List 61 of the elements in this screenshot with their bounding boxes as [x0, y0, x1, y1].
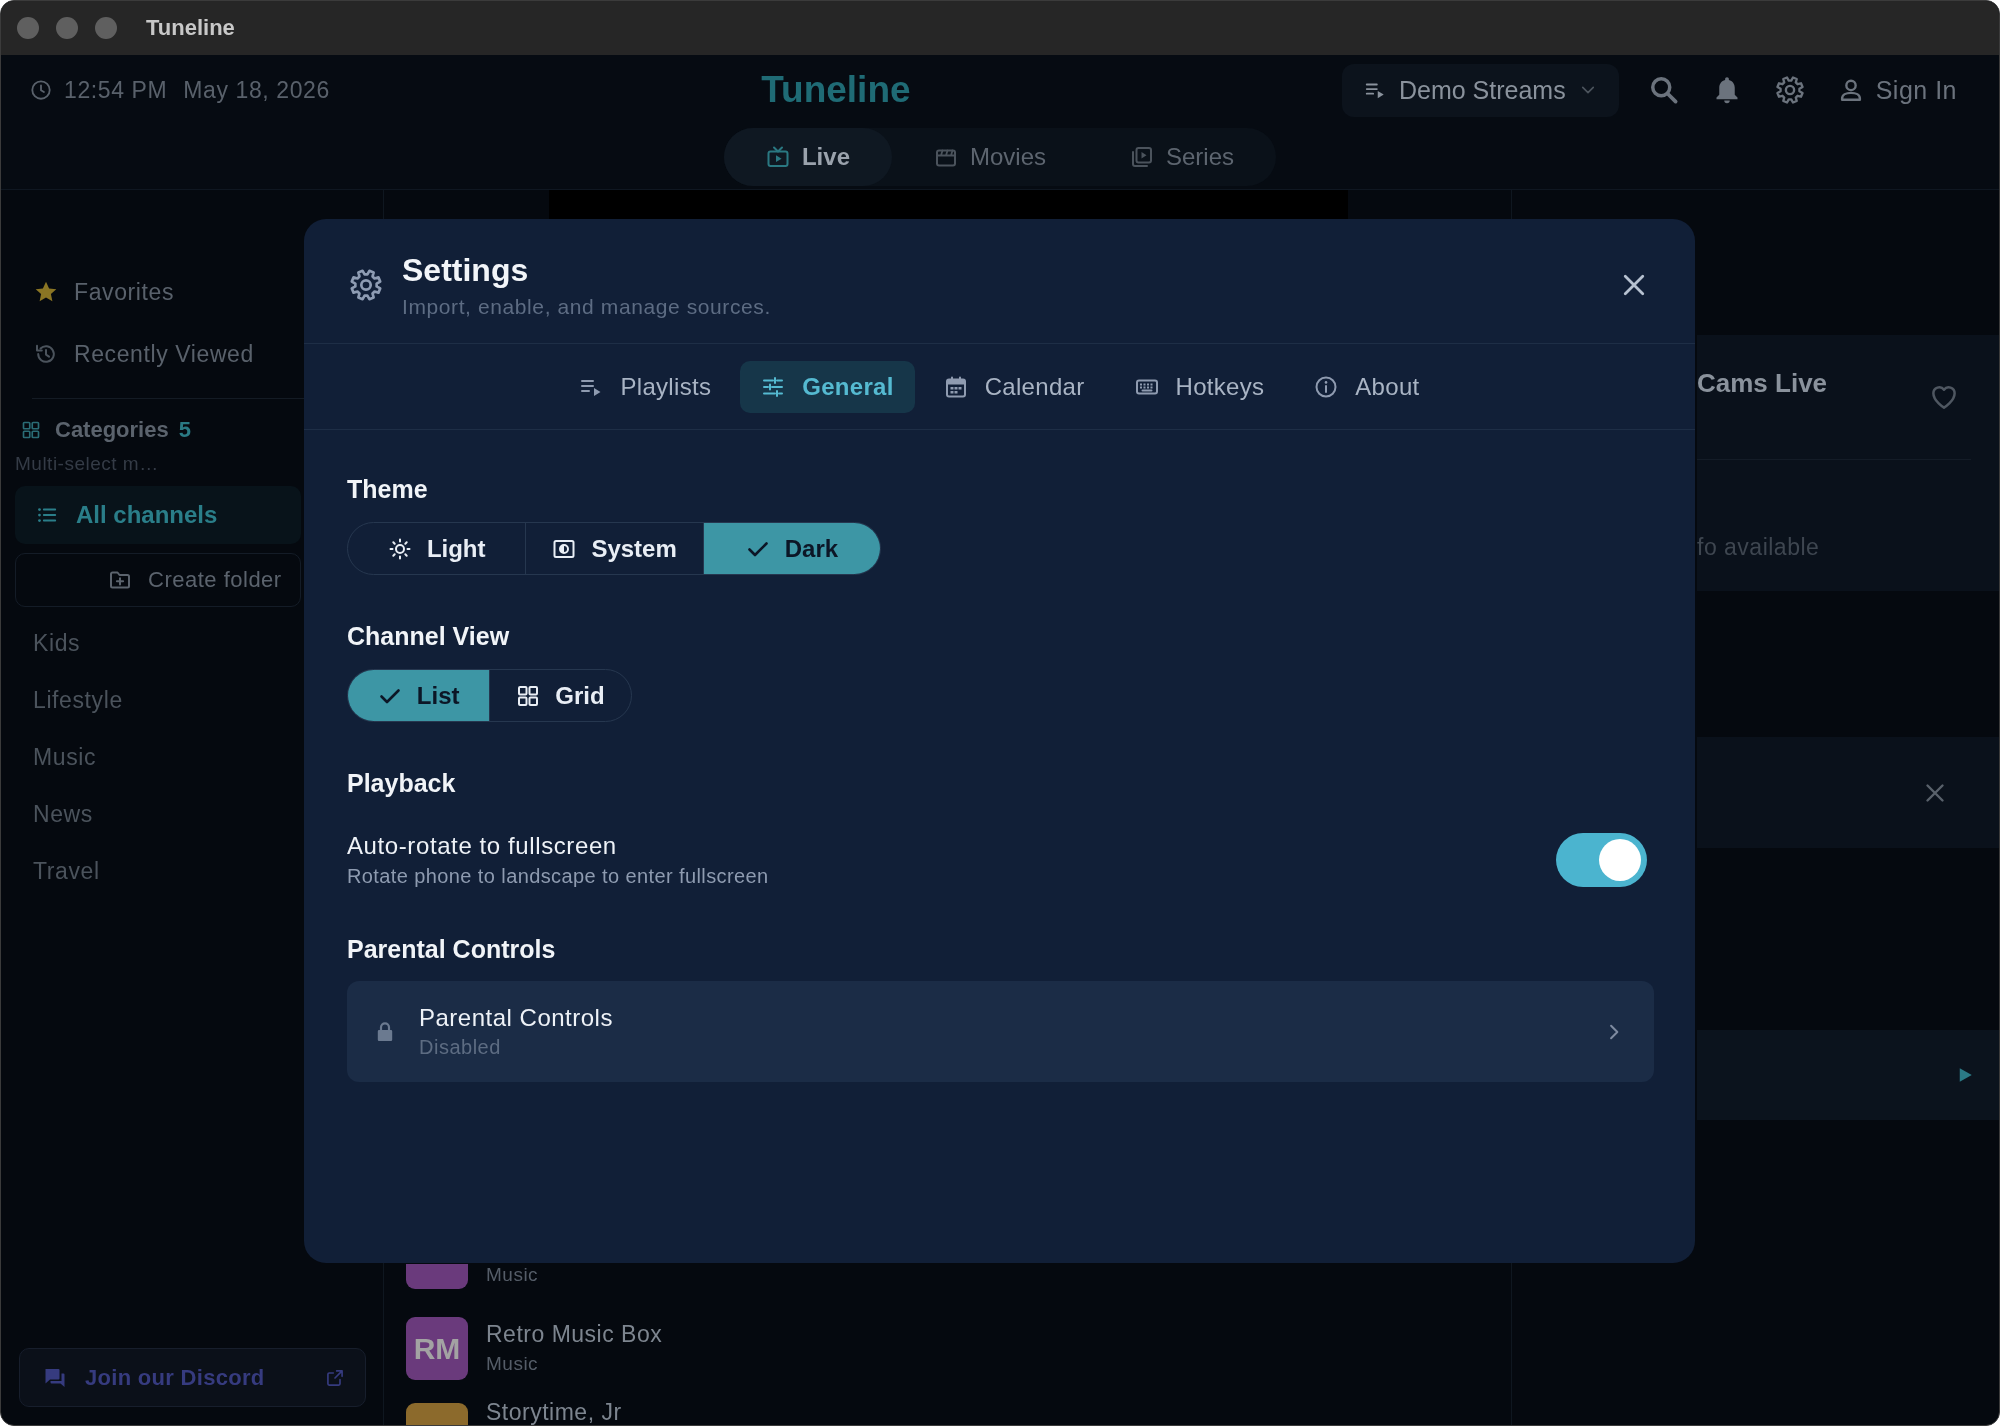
sidebar-item[interactable]: Favorites	[1, 261, 174, 323]
settings-tab[interactable]: Calendar	[922, 360, 1106, 413]
history-icon	[34, 342, 58, 366]
segment-option[interactable]: Dark	[702, 523, 881, 574]
channel-avatar: RM	[406, 1317, 468, 1380]
clock-icon	[30, 79, 52, 101]
create-folder-button[interactable]: Create folder	[15, 553, 301, 607]
app-title: Tuneline	[761, 69, 911, 111]
external-link-icon	[325, 1367, 345, 1388]
segment-option[interactable]: List	[348, 670, 490, 721]
nav-tab[interactable]: Live	[723, 128, 892, 186]
section-label: Categories	[55, 417, 169, 443]
calendar-icon	[943, 374, 968, 399]
sidebar-item[interactable]: All channels	[15, 486, 301, 544]
star-icon	[34, 280, 58, 304]
setting-label: Auto-rotate to fullscreen	[347, 832, 617, 860]
window-minimize-icon[interactable]	[56, 17, 78, 39]
settings-icon[interactable]	[1774, 75, 1805, 105]
dialog-subtitle: Import, enable, and manage sources.	[402, 295, 771, 319]
setting-label: Parental Controls	[419, 1004, 613, 1032]
section-heading: Theme	[347, 474, 428, 504]
section-heading: Channel View	[347, 621, 510, 651]
channel-name: Storytime, Jr	[486, 1399, 622, 1425]
channel-category: Music	[486, 1353, 539, 1375]
settings-icon	[349, 268, 383, 302]
dialog-title: Settings	[402, 251, 529, 289]
window-close-icon[interactable]	[17, 17, 39, 39]
sidebar-item[interactable]: Recently Viewed	[1, 323, 254, 385]
window-title: Tuneline	[146, 15, 235, 41]
tv-icon	[765, 145, 790, 169]
section-heading: Playback	[347, 768, 456, 798]
count-label: 5	[178, 417, 191, 443]
grid-icon	[516, 683, 541, 708]
clock-time: 12:54 PM	[64, 76, 168, 104]
channel-title: Cams Live	[1697, 367, 1828, 399]
channel-category: Music	[486, 1264, 539, 1286]
info-icon	[1314, 374, 1339, 399]
nav-tab[interactable]: Series	[1088, 128, 1277, 186]
toggle-switch[interactable]	[1556, 833, 1647, 887]
segment-option[interactable]: Light	[348, 523, 526, 574]
setting-description: Rotate phone to landscape to enter fullscreen	[347, 864, 769, 888]
settings-tab[interactable]: Hotkeys	[1113, 360, 1286, 413]
grid-icon	[21, 420, 41, 440]
stacked-play-icon	[1130, 145, 1154, 169]
section-heading: Parental Controls	[347, 934, 556, 964]
segment-option[interactable]: Grid	[489, 670, 631, 721]
window-zoom-icon[interactable]	[95, 17, 117, 39]
setting-status: Disabled	[419, 1035, 501, 1059]
segment-option[interactable]: System	[525, 523, 703, 574]
sign-in-button[interactable]: Sign In	[1837, 75, 1957, 105]
settings-tab[interactable]: Playlists	[558, 360, 733, 413]
settings-tab[interactable]: General	[740, 360, 915, 413]
clock-date: May 18, 2026	[183, 76, 330, 104]
search-icon[interactable]	[1648, 75, 1679, 105]
sun-icon	[387, 536, 412, 561]
channel-name: Retro Music Box	[486, 1321, 663, 1347]
playlist-dropdown[interactable]: Demo Streams	[1341, 63, 1619, 117]
settings-tab[interactable]: About	[1293, 360, 1441, 413]
sliders-icon	[761, 374, 786, 399]
settings-row-card[interactable]: Parental Controls Disabled	[347, 981, 1654, 1082]
nav-tab[interactable]: Movies	[892, 128, 1088, 186]
